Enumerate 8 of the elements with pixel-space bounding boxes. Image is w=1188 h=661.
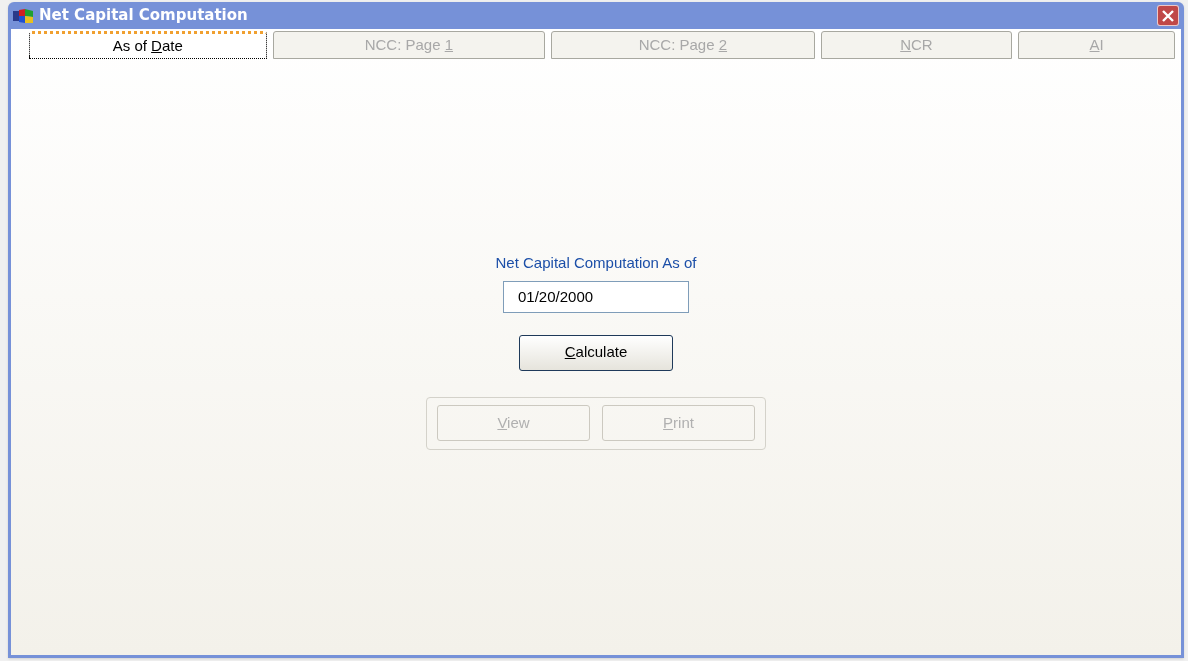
close-button[interactable] [1157,5,1179,26]
date-label: Net Capital Computation As of [495,253,697,273]
window-title: Net Capital Computation [39,5,248,27]
calculate-button[interactable]: Calculate [519,334,673,371]
window-icon [13,7,35,24]
date-field[interactable]: 01/20/2000 [503,280,689,313]
tab[interactable]: As of Date [29,31,267,59]
close-icon [1162,9,1174,22]
